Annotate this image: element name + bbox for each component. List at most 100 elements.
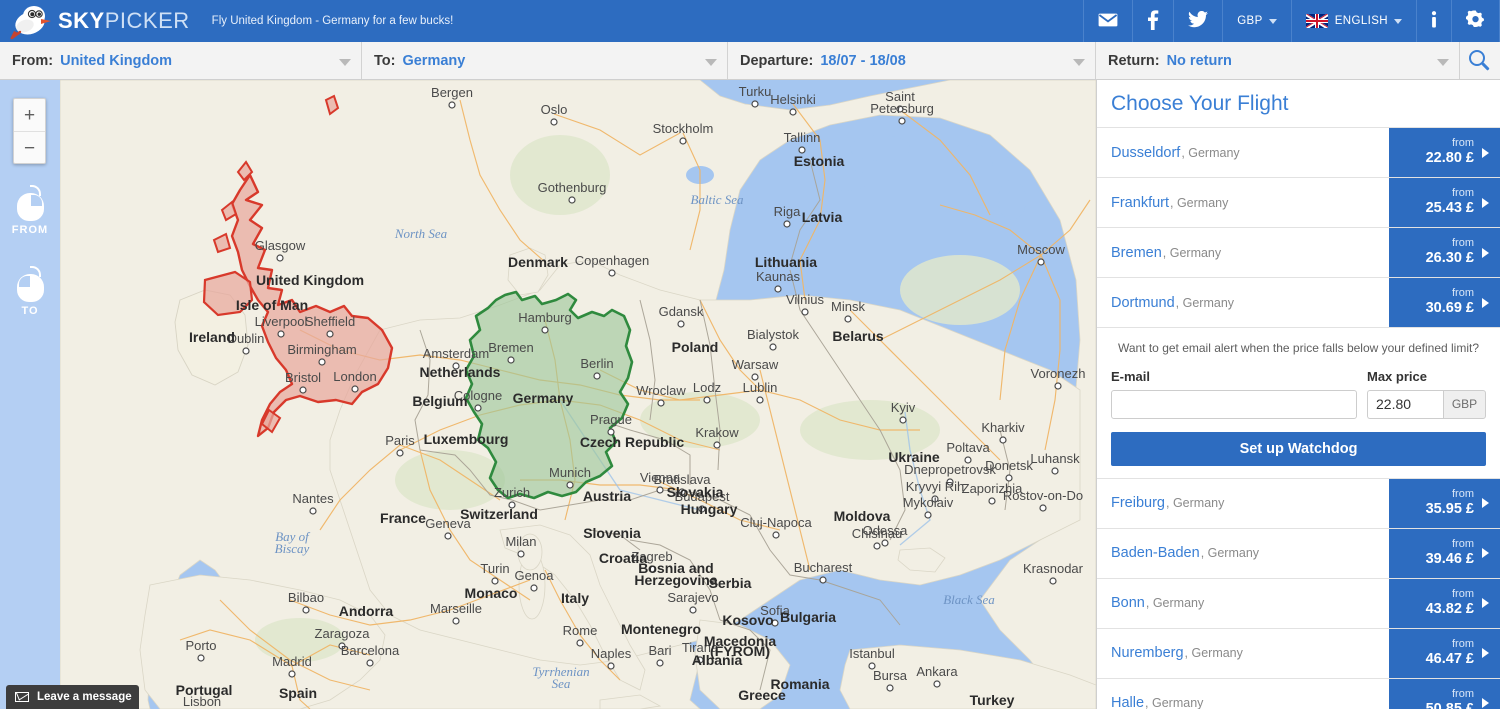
email-field[interactable] <box>1111 389 1357 419</box>
city-marker-dot <box>491 577 499 585</box>
city-marker-dot <box>657 399 665 407</box>
map-label: Lublin <box>743 380 778 395</box>
city-marker-dot <box>277 330 285 338</box>
pick-origin-control[interactable]: FROM <box>0 185 60 236</box>
flight-row[interactable]: Bremen, Germany from 26.30 £ <box>1097 227 1500 277</box>
map-label: Herzegovina <box>634 572 717 588</box>
flight-destination: Nuremberg, Germany <box>1097 629 1389 678</box>
city-marker-dot <box>886 684 894 692</box>
flight-price-button[interactable]: from 43.82 £ <box>1389 578 1500 628</box>
flight-price-button[interactable]: from 35.95 £ <box>1389 478 1500 528</box>
leave-a-message-widget[interactable]: Leave a message <box>6 685 139 709</box>
map-label: Donetsk <box>985 458 1033 473</box>
map-label: Lithuania <box>755 254 817 270</box>
flight-row[interactable]: Dortmund, Germany from 30.69 £ <box>1097 277 1500 327</box>
city-marker-dot <box>1037 258 1045 266</box>
map-label: Kharkiv <box>981 420 1025 435</box>
price-amount: 22.80 £ <box>1425 150 1474 167</box>
max-price-field[interactable] <box>1367 389 1443 419</box>
map-label: North Sea <box>394 226 448 241</box>
flight-price-button[interactable]: from 25.43 £ <box>1389 178 1500 227</box>
flight-destination: Dusseldorf, Germany <box>1097 128 1389 177</box>
set-up-watchdog-button[interactable]: Set up Watchdog <box>1111 431 1486 466</box>
flight-row[interactable]: Bonn, Germany from 43.82 £ <box>1097 577 1500 628</box>
map-label: Copenhagen <box>575 253 649 268</box>
language-value: ENGLISH <box>1334 15 1388 27</box>
flight-price-button[interactable]: from 39.46 £ <box>1389 528 1500 578</box>
city-marker-dot <box>318 358 326 366</box>
map-label: Zaragoza <box>315 626 371 641</box>
zoom-in-button[interactable]: + <box>14 99 45 132</box>
map-label: Odessa <box>863 523 909 538</box>
mail-button[interactable] <box>1083 0 1132 42</box>
currency-value: GBP <box>1237 15 1263 27</box>
map-label: Bucharest <box>794 560 853 575</box>
price-from-label: from <box>1452 638 1474 651</box>
flight-price-button[interactable]: from 26.30 £ <box>1389 228 1500 277</box>
map-label: Montenegro <box>621 621 701 637</box>
search-button[interactable] <box>1460 42 1500 79</box>
settings-button[interactable] <box>1451 0 1500 42</box>
facebook-button[interactable] <box>1132 0 1173 42</box>
map-label: Porto <box>185 638 216 653</box>
city-marker-dot <box>607 662 615 670</box>
map-label: Wroclaw <box>636 383 686 398</box>
departure-field[interactable]: Departure: 18/07 - 18/08 <box>728 42 1096 79</box>
city-marker-dot <box>656 486 664 494</box>
map-label: Hungary <box>681 501 738 517</box>
brand-logo[interactable]: SKYPICKER <box>0 1 190 41</box>
map-label: Turkey <box>970 692 1015 708</box>
price-from-label: from <box>1452 488 1474 501</box>
chevron-right-icon <box>1482 498 1489 509</box>
pick-destination-control[interactable]: TO <box>0 266 60 317</box>
to-field[interactable]: To: Germany <box>362 42 728 79</box>
flight-row[interactable]: Halle, Germany from 50.85 £ <box>1097 677 1500 709</box>
flight-country: , Germany <box>1184 646 1243 661</box>
flight-price-button[interactable]: from 30.69 £ <box>1389 278 1500 327</box>
city-marker-dot <box>309 507 317 515</box>
flight-row[interactable]: Nuremberg, Germany from 46.47 £ <box>1097 627 1500 678</box>
from-field[interactable]: From: United Kingdom <box>0 42 362 79</box>
map-label: Serbia <box>709 575 752 591</box>
zoom-out-button[interactable]: − <box>14 132 45 165</box>
map-label: Bremen <box>488 340 534 355</box>
flight-price-button[interactable]: from 46.47 £ <box>1389 628 1500 678</box>
twitter-button[interactable] <box>1173 0 1222 42</box>
price-from-label: from <box>1452 137 1474 150</box>
city-marker-dot <box>568 196 576 204</box>
flight-price-button[interactable]: from 50.85 £ <box>1389 678 1500 709</box>
city-marker-dot <box>844 315 852 323</box>
language-selector[interactable]: ENGLISH <box>1290 0 1416 42</box>
city-marker-dot <box>713 441 721 449</box>
header-actions: GBP ENGLISH <box>1083 0 1500 42</box>
return-field[interactable]: Return: No return <box>1096 42 1460 79</box>
map-label: Netherlands <box>420 364 501 380</box>
map-label: Prague <box>590 412 632 427</box>
price-amount: 39.46 £ <box>1425 550 1474 567</box>
map-label: Bilbao <box>288 590 324 605</box>
map-label: Vilnius <box>786 292 825 307</box>
flight-row[interactable]: Baden-Baden, Germany from 39.46 £ <box>1097 527 1500 578</box>
map-label: Hamburg <box>518 310 571 325</box>
return-label: Return: <box>1108 52 1160 69</box>
map-label: Petersburg <box>870 101 934 116</box>
city-marker-dot <box>801 308 809 316</box>
flight-price-button[interactable]: from 22.80 £ <box>1389 128 1500 177</box>
from-hint-label: FROM <box>11 224 49 236</box>
flight-row[interactable]: Dusseldorf, Germany from 22.80 £ <box>1097 127 1500 177</box>
map-label: Germany <box>513 390 574 406</box>
flight-row[interactable]: Frankfurt, Germany from 25.43 £ <box>1097 177 1500 227</box>
watchdog-form: Want to get email alert when the price f… <box>1097 327 1500 478</box>
map-label: Sea <box>552 676 571 691</box>
city-marker-dot <box>1039 504 1047 512</box>
map-canvas[interactable]: North Sea Baltic Sea Black Sea Bay of Biscay… <box>0 80 1096 709</box>
flight-destination: Baden-Baden, Germany <box>1097 529 1389 578</box>
price-amount: 50.85 £ <box>1425 700 1474 709</box>
city-marker-dot <box>677 320 685 328</box>
currency-selector[interactable]: GBP <box>1222 0 1291 42</box>
flight-row[interactable]: Freiburg, Germany from 35.95 £ <box>1097 477 1500 528</box>
city-marker-dot <box>608 269 616 277</box>
info-button[interactable] <box>1416 0 1451 42</box>
chevron-right-icon <box>1482 648 1489 659</box>
city-marker-dot <box>679 137 687 145</box>
